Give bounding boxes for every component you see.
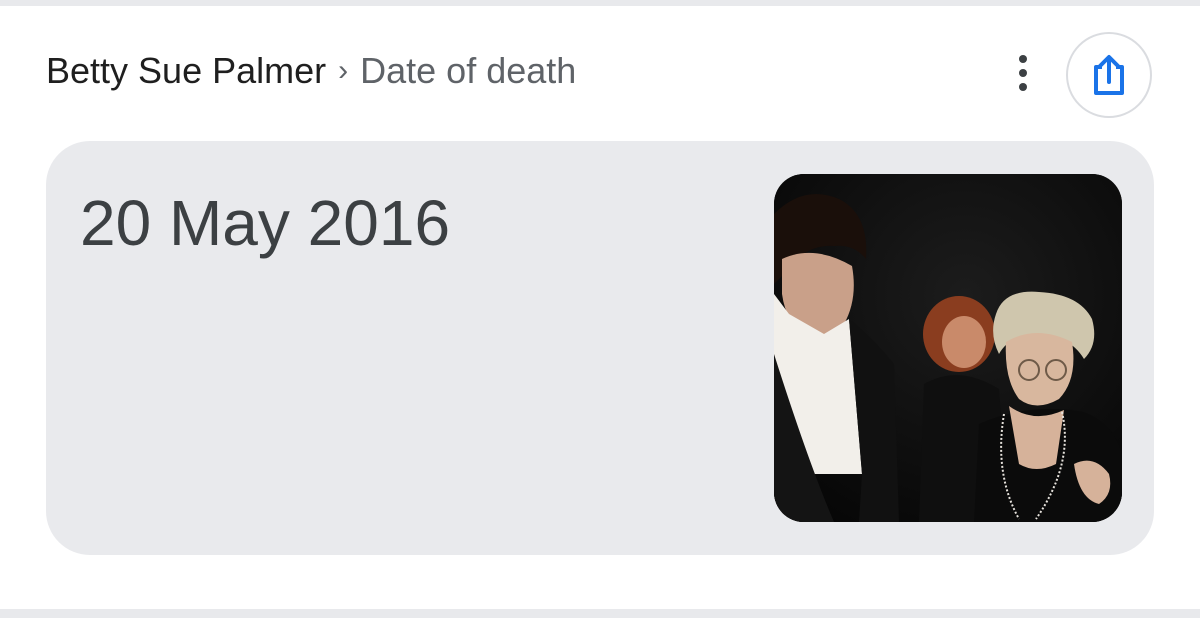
more-vert-icon (1019, 52, 1027, 94)
breadcrumb-separator: › (338, 54, 349, 87)
breadcrumb: Betty Sue Palmer › Date of death (46, 46, 576, 96)
entity-photo[interactable] (774, 174, 1122, 522)
breadcrumb-attribute: Date of death (360, 50, 577, 91)
breadcrumb-entity-link[interactable]: Betty Sue Palmer (46, 46, 326, 96)
bottom-divider (0, 609, 1200, 618)
top-divider (0, 0, 1200, 6)
answer-card: 20 May 2016 (46, 141, 1154, 555)
share-icon (1094, 55, 1124, 95)
share-button[interactable] (1066, 32, 1152, 118)
more-options-button[interactable] (1004, 50, 1042, 96)
photo-image (774, 174, 1122, 522)
answer-value: 20 May 2016 (80, 187, 451, 259)
search-answer-panel: Betty Sue Palmer › Date of death 20 May … (0, 0, 1200, 618)
